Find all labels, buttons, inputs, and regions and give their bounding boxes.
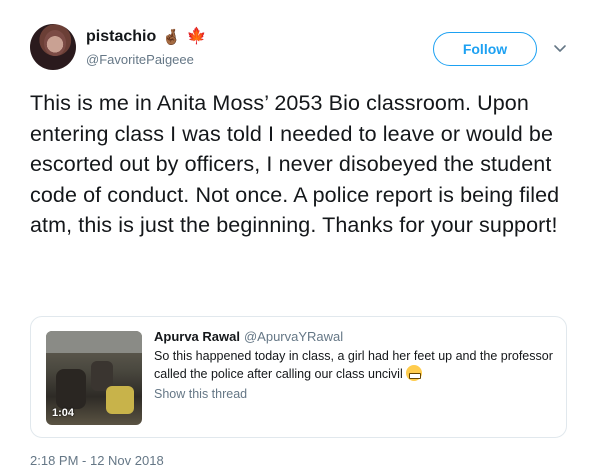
quoted-tweet-text-content: So this happened today in class, a girl … — [154, 349, 553, 381]
avatar[interactable] — [30, 24, 76, 70]
quoted-tweet-card[interactable]: 1:04 Apurva Rawal @ApurvaYRawal So this … — [30, 316, 567, 438]
quoted-tweet-body: Apurva Rawal @ApurvaYRawal So this happe… — [154, 329, 554, 401]
tweet-header: pistachio 🤞🏾 🍁 @FavoritePaigeee Follow — [30, 24, 575, 74]
author-handle[interactable]: @FavoritePaigeee — [86, 52, 194, 67]
follow-button[interactable]: Follow — [433, 32, 537, 66]
quoted-video-thumbnail[interactable]: 1:04 — [46, 331, 142, 425]
crossed-fingers-emoji: 🤞🏾 — [162, 28, 181, 46]
grimacing-face-icon — [406, 365, 423, 381]
tweet-timestamp[interactable]: 2:18 PM - 12 Nov 2018 — [30, 453, 164, 468]
author-display-name[interactable]: pistachio — [86, 28, 156, 46]
quoted-author-handle: @ApurvaYRawal — [243, 329, 344, 344]
quoted-author-row: Apurva Rawal @ApurvaYRawal — [154, 329, 554, 344]
quoted-tweet-text: So this happened today in class, a girl … — [154, 347, 554, 383]
video-duration: 1:04 — [52, 407, 75, 419]
show-thread-link[interactable]: Show this thread — [154, 387, 554, 401]
chevron-down-icon[interactable] — [550, 38, 570, 58]
tweet-text: This is me in Anita Moss’ 2053 Bio class… — [30, 91, 560, 237]
author-name-row[interactable]: pistachio 🤞🏾 🍁 — [86, 28, 207, 46]
maple-leaf-emoji: 🍁 — [186, 28, 207, 45]
quoted-author-name: Apurva Rawal — [154, 329, 240, 344]
